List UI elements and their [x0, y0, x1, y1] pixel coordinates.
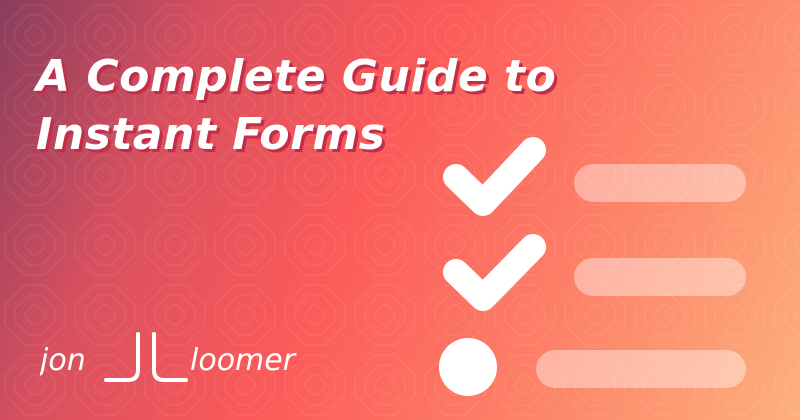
- checklist-item: [443, 234, 746, 311]
- checklist-line: [574, 164, 746, 202]
- circle-bullet-icon: [439, 338, 497, 396]
- logo-jj-mark: [104, 332, 188, 382]
- checkmark-icon: [443, 234, 546, 311]
- jon-loomer-logo: jon loomer: [40, 332, 297, 382]
- checklist-line: [574, 258, 746, 296]
- logo-word-loomer: loomer: [190, 343, 297, 378]
- checklist-item: [439, 338, 746, 396]
- checkmark-icon: [443, 137, 546, 216]
- logo-word-jon: jon: [40, 343, 86, 378]
- banner: A Complete Guide to Instant Forms jon lo…: [0, 0, 800, 420]
- checklist-item: [443, 137, 746, 216]
- checklist-line: [536, 350, 746, 388]
